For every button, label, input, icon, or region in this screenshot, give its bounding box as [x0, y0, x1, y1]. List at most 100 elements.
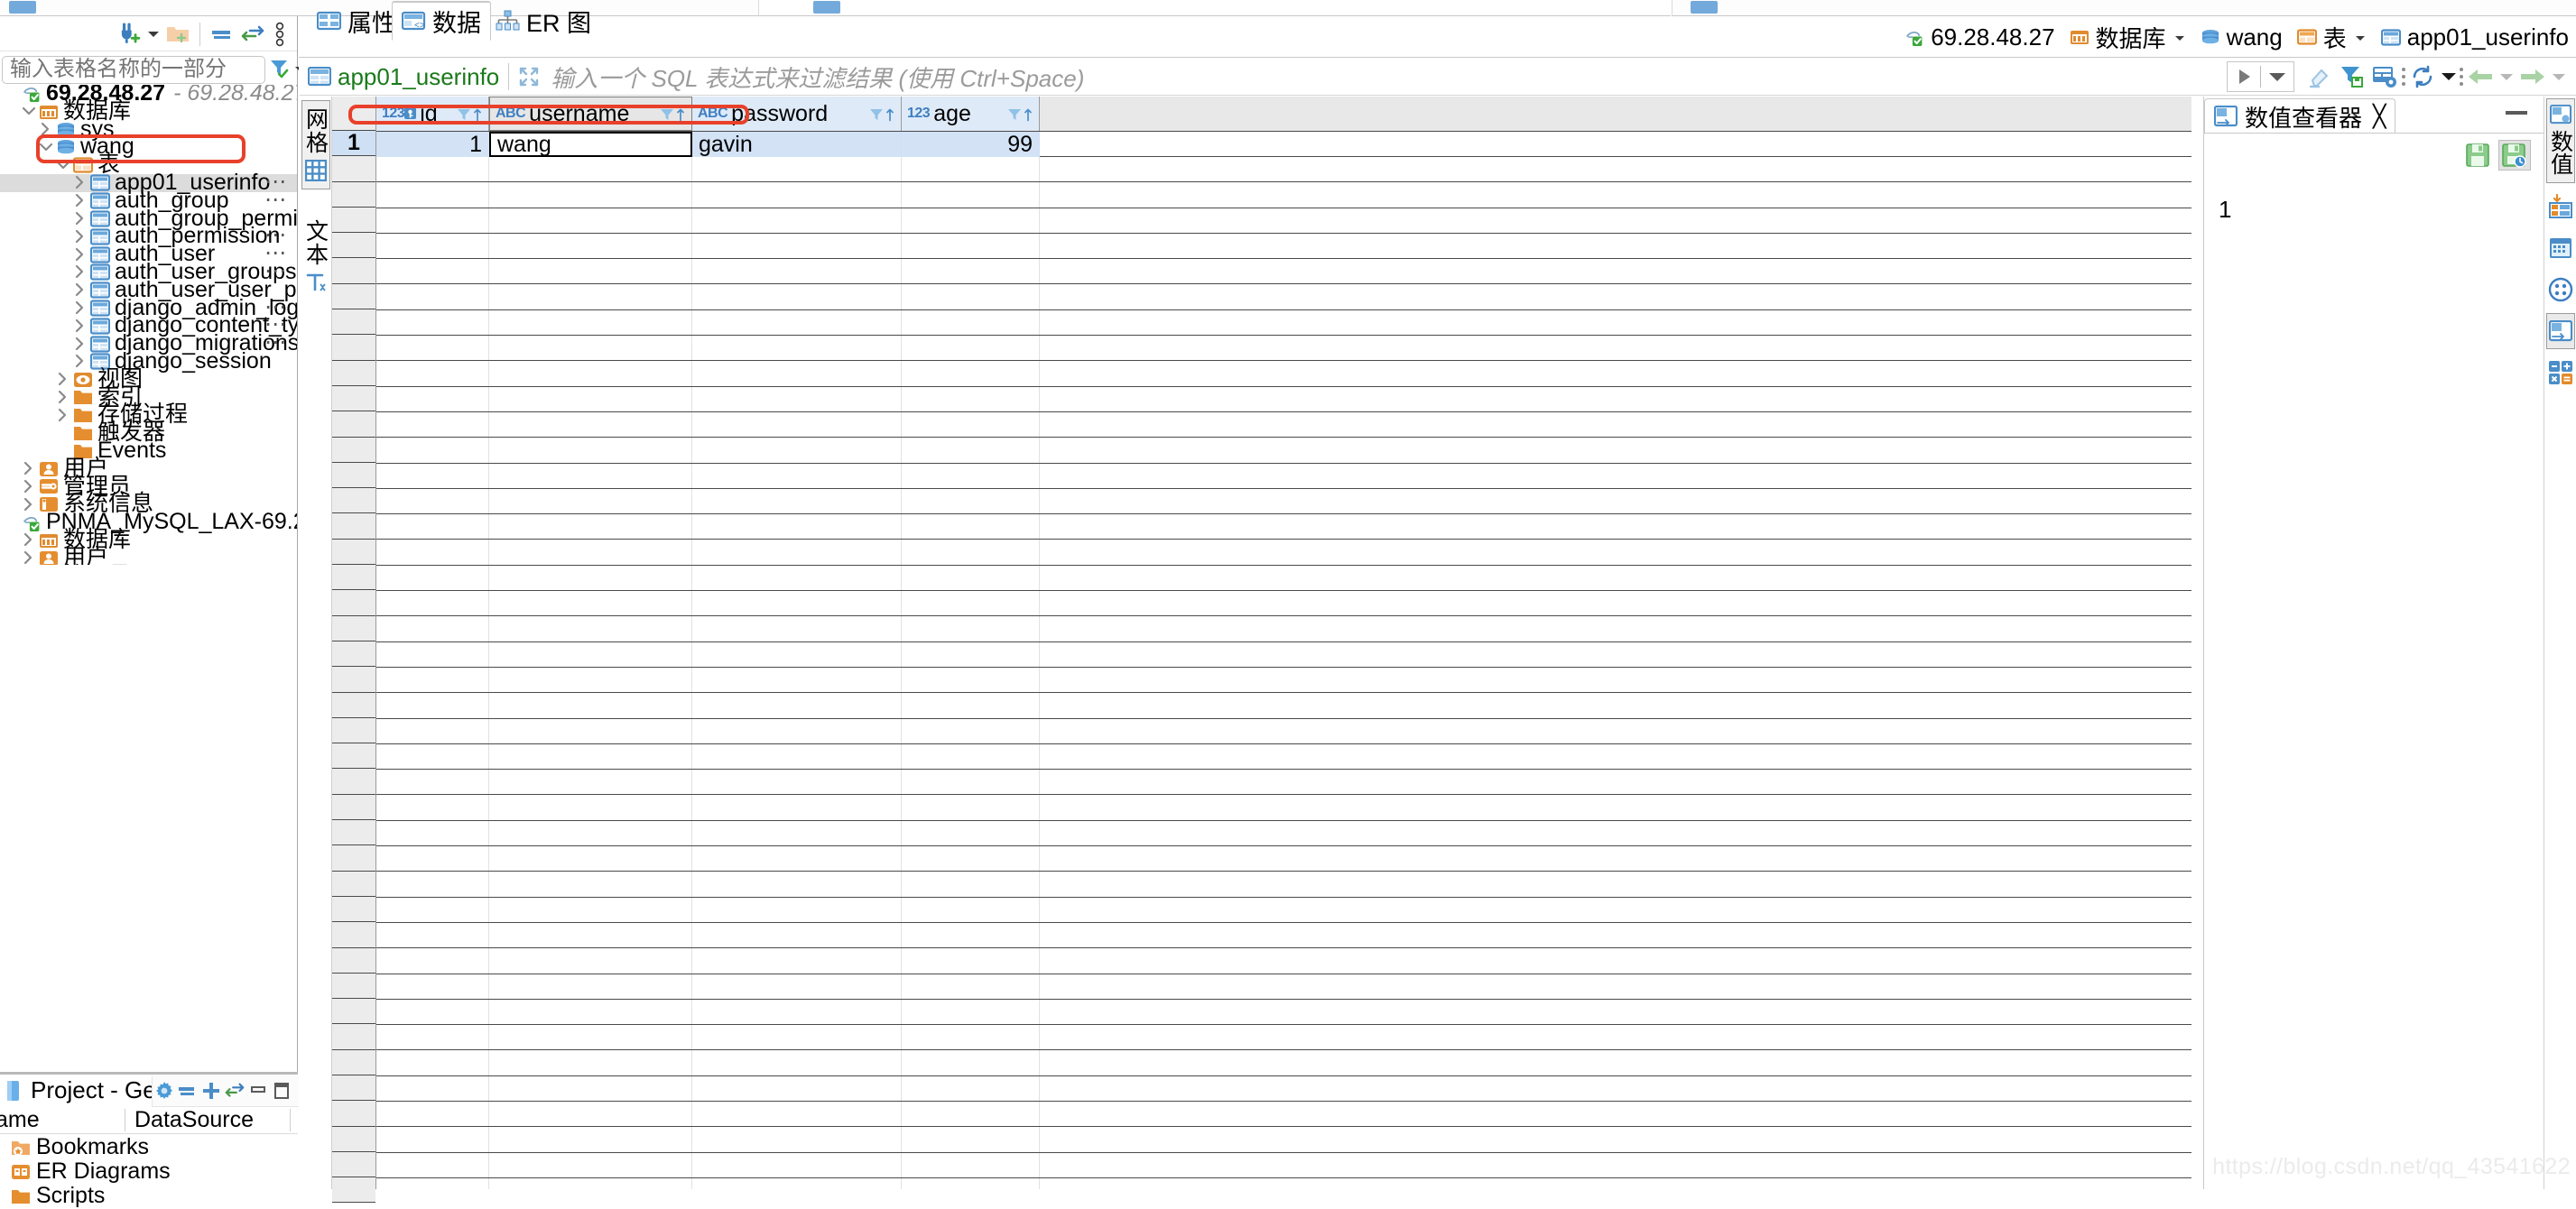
new-connection-dropdown[interactable] [144, 20, 162, 49]
value-viewer-tab[interactable]: 数值查看器 ╳ [2204, 98, 2396, 134]
tree-expand-expand-icon[interactable] [72, 174, 88, 191]
editor-tab-cut-2[interactable] [759, 0, 1671, 16]
tree-expand-collapse-icon[interactable] [55, 157, 70, 174]
cell-age[interactable]: 99 [902, 132, 1040, 157]
new-connection-button[interactable] [114, 20, 144, 49]
project-rows[interactable]: Bookmarks ER Diagrams Scripts [0, 1134, 298, 1208]
cell-id[interactable]: 1 [376, 132, 489, 157]
value-panel-button[interactable] [2545, 313, 2575, 349]
cell-password[interactable]: gavin [692, 132, 902, 157]
tree-expand-expand-icon[interactable] [72, 300, 88, 317]
save-value-button[interactable] [2462, 140, 2495, 171]
column-sort-icon[interactable] [1024, 100, 1033, 128]
breadcrumb-item-app01-userinfo[interactable]: app01_userinfo [2380, 23, 2569, 51]
column-sort-icon[interactable] [676, 100, 686, 128]
next-page-button[interactable] [2516, 61, 2549, 92]
tab-data[interactable]: <> 数据 [392, 1, 491, 41]
refresh-dropdown[interactable] [2439, 61, 2459, 92]
column-sort-icon[interactable] [473, 100, 483, 128]
refresh-button[interactable] [2406, 61, 2439, 92]
import-data-button[interactable] [2546, 189, 2575, 225]
tree-expand-expand-icon[interactable] [72, 318, 88, 335]
row-header-cell[interactable]: 1 [332, 130, 375, 157]
minimize-button[interactable] [246, 1077, 270, 1104]
link-editor-button[interactable] [237, 20, 268, 49]
editor-tab-cut-3[interactable] [1672, 0, 2576, 16]
tree-node-[interactable]: 数据库 [0, 99, 297, 122]
column-header-id[interactable]: 123 id [376, 97, 489, 131]
tree-node-events[interactable]: Events [0, 439, 297, 461]
filter-table-name[interactable]: app01_userinfo [300, 63, 499, 91]
maximize-button[interactable] [270, 1077, 293, 1104]
breadcrumb-item-69-28-48-27[interactable]: 69.28.48.27 [1904, 23, 2055, 51]
tree-expand-expand-icon[interactable] [21, 478, 36, 495]
column-header-datasource[interactable]: DataSource [125, 1107, 254, 1133]
rail-tab-value[interactable]: 数值 [2545, 98, 2575, 183]
project-row-scripts[interactable]: Scripts [0, 1183, 298, 1208]
filter-history-dropdown[interactable] [2261, 61, 2293, 92]
calendar-button[interactable] [2546, 230, 2575, 266]
tab-er-diagram[interactable]: ER 图 [486, 1, 600, 41]
expand-arrows-icon[interactable] [518, 66, 540, 88]
column-header-age[interactable]: 123 age [902, 97, 1040, 131]
next-page-dropdown[interactable] [2549, 61, 2569, 92]
result-grid[interactable]: 123 id ABC username ABC password 123 age 1 wang g… [376, 97, 2202, 1189]
value-viewer-value[interactable]: 1 [2219, 196, 2231, 224]
tree-expand-expand-icon[interactable] [72, 281, 88, 299]
cell-username[interactable]: wang [489, 132, 692, 157]
previous-page-dropdown[interactable] [2497, 61, 2516, 92]
tree-node-[interactable]: 视图 [0, 367, 297, 390]
tree-expand-expand-icon[interactable] [72, 228, 88, 245]
tree-expand-expand-icon[interactable] [72, 210, 88, 227]
presentation-tab-text[interactable]: 文本 [301, 213, 330, 300]
column-divider[interactable] [290, 1109, 292, 1131]
column-header-username[interactable]: ABC username [489, 97, 692, 131]
column-filter-icon[interactable] [457, 100, 471, 128]
tab-properties[interactable]: 属性 [308, 1, 405, 41]
tree-expand-expand-icon[interactable] [21, 531, 36, 549]
link-editor-button[interactable] [223, 1077, 246, 1104]
breadcrumb-item-[interactable]: 数据库 [2070, 21, 2186, 54]
tree-node-69-28-48-27[interactable]: 69.28.48.27- 69.28.48.27:3306 [0, 85, 297, 104]
tree-expand-expand-icon[interactable] [55, 389, 70, 406]
tree-node-pnma-mysql-lax-69-28-48-242[interactable]: PNMA_MySQL_LAX-69.28.48.242- 69.28. [0, 511, 297, 532]
tree-expand-expand-icon[interactable] [72, 336, 88, 353]
tree-expand-expand-icon[interactable] [72, 246, 88, 263]
column-filter-icon[interactable] [660, 100, 674, 128]
project-row-er-diagrams[interactable]: ER Diagrams [0, 1158, 298, 1184]
tree-expand-expand-icon[interactable] [72, 263, 88, 281]
grid-settings-button[interactable] [2368, 61, 2401, 92]
column-header-password[interactable]: ABC password [692, 97, 902, 131]
previous-page-button[interactable] [2464, 61, 2497, 92]
expand-all-button[interactable] [199, 1077, 223, 1104]
grid-body[interactable]: 1 wang gavin 99 [376, 132, 2202, 1189]
collapse-all-button[interactable] [207, 20, 237, 49]
database-tree[interactable]: 69.28.48.27- 69.28.48.27:3306数据库syswang表… [0, 85, 297, 565]
tree-expand-expand-icon[interactable] [38, 121, 53, 138]
column-header-name[interactable]: ame [0, 1107, 125, 1133]
project-row-bookmarks[interactable]: Bookmarks [0, 1134, 298, 1159]
table-row[interactable]: 1 wang gavin 99 [376, 132, 2202, 157]
tree-expand-expand-icon[interactable] [21, 549, 36, 565]
close-icon[interactable]: ╳ [2373, 104, 2386, 130]
execute-filter-button[interactable] [2228, 61, 2260, 92]
configure-button[interactable] [153, 1077, 176, 1104]
tree-expand-expand-icon[interactable] [72, 192, 88, 209]
collapse-all-button[interactable] [176, 1077, 199, 1104]
tree-node-wang[interactable]: wang [0, 135, 297, 158]
tree-expand-expand-icon[interactable] [55, 371, 70, 388]
column-filter-icon[interactable] [869, 100, 884, 128]
tree-expand-expand-icon[interactable] [21, 460, 36, 477]
tree-expand-expand-icon[interactable] [55, 407, 70, 424]
grid-vertical-scrollbar[interactable] [2191, 97, 2203, 1189]
breadcrumb-item-wang[interactable]: wang [2201, 23, 2283, 51]
breadcrumb-item-[interactable]: 表 [2296, 21, 2367, 54]
save-value-history-button[interactable] [2498, 140, 2531, 171]
minimize-icon[interactable] [2506, 111, 2527, 115]
tree-expand-collapse-icon[interactable] [21, 103, 36, 120]
sql-filter-input[interactable]: 输入一个 SQL 表达式来过滤结果 (使用 Ctrl+Space) [551, 60, 1084, 94]
view-menu-button[interactable] [268, 20, 292, 49]
new-folder-button[interactable] [162, 20, 193, 49]
clear-filter-button[interactable] [2303, 61, 2336, 92]
tree-node-[interactable]: 数据库 [0, 529, 297, 550]
